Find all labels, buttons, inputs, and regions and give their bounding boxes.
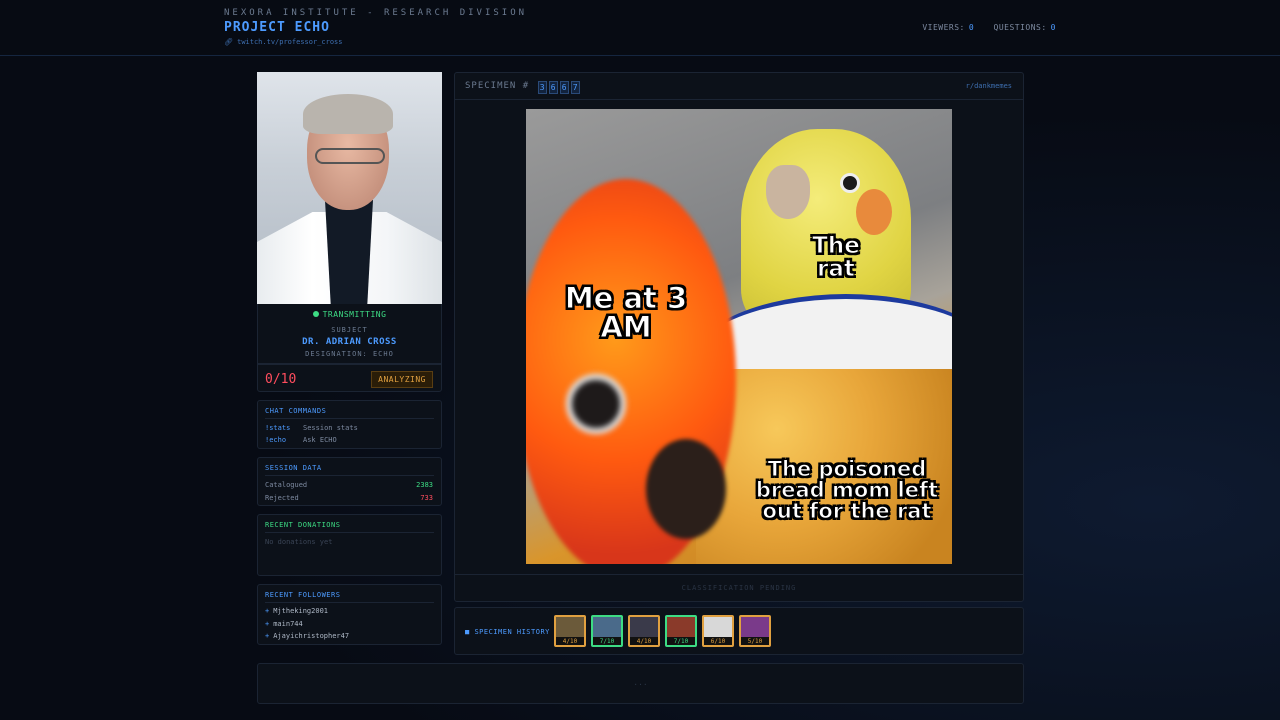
- session-data-panel: SESSION DATA Catalogued 2383 Rejected 733: [257, 457, 442, 506]
- specimen-digit: 3: [537, 81, 547, 94]
- session-data-title: SESSION DATA: [265, 464, 322, 472]
- questions-count: 0: [1050, 23, 1056, 32]
- catalogued-label: Catalogued: [265, 481, 308, 489]
- channel-link[interactable]: 🔗︎ twitch.tv/professor_cross: [224, 38, 342, 46]
- history-thumbnail[interactable]: 7/10: [665, 615, 697, 647]
- followers-title: RECENT FOLLOWERS: [265, 591, 341, 599]
- history-title: ■ SPECIMEN HISTORY: [465, 628, 550, 636]
- thumbnail-image: [630, 617, 658, 638]
- history-title-text: SPECIMEN HISTORY: [474, 628, 550, 636]
- thumbnail-score: 4/10: [556, 637, 584, 645]
- institute-label: NEXORA INSTITUTE - RESEARCH DIVISION: [224, 8, 528, 18]
- catalogued-count: 2383: [416, 481, 433, 489]
- meme-image: Me at 3 AM The rat The poisoned bread mo…: [526, 109, 952, 564]
- thumbnail-score: 6/10: [704, 637, 732, 645]
- rejected-row: Rejected 733: [265, 494, 433, 502]
- specimen-header: SPECIMEN # 3667 r/dankmemes: [455, 73, 1023, 100]
- history-thumbnail[interactable]: 4/10: [554, 615, 586, 647]
- meme-caption: The poisoned bread mom left out for the …: [755, 457, 939, 523]
- thumbnail-image: [741, 617, 769, 638]
- subject-portrait: [257, 72, 442, 304]
- specimen-digit: 6: [559, 81, 569, 94]
- bottom-placeholder: ...: [633, 678, 648, 687]
- followers-panel: RECENT FOLLOWERS + Mjtheking2001 + main744…: [257, 584, 442, 645]
- thumbnail-score: 7/10: [593, 637, 621, 645]
- thumbnail-score: 7/10: [667, 637, 695, 645]
- chat-commands-title: CHAT COMMANDS: [265, 407, 327, 415]
- specimen-number: SPECIMEN # 3667: [465, 81, 580, 94]
- subject-id-card: TRANSMITTING SUBJECT DR. ADRIAN CROSS DE…: [257, 304, 442, 364]
- bottom-bar: ...: [257, 663, 1024, 704]
- top-header: NEXORA INSTITUTE - RESEARCH DIVISION PRO…: [0, 0, 1280, 56]
- header-stats: VIEWERS: 0 QUESTIONS: 0: [908, 23, 1056, 32]
- history-thumbnail[interactable]: 5/10: [739, 615, 771, 647]
- classification-status: CLASSIFICATION PENDING: [455, 574, 1023, 601]
- follower-name: Ajayichristopher47: [273, 632, 350, 640]
- command-desc: Session stats: [303, 424, 358, 432]
- donations-empty: No donations yet: [265, 538, 333, 546]
- history-thumbnail[interactable]: 7/10: [591, 615, 623, 647]
- follower-name: main744: [273, 620, 303, 628]
- specimen-digit: 6: [548, 81, 558, 94]
- follower-item: + main744: [265, 620, 303, 628]
- donations-title: RECENT DONATIONS: [265, 521, 341, 529]
- rejected-label: Rejected: [265, 494, 299, 502]
- status-dot-icon: [312, 311, 319, 317]
- chat-commands-panel: CHAT COMMANDS !stats Session stats !echo A…: [257, 400, 442, 449]
- thumbnail-image: [593, 617, 621, 638]
- transmit-status-text: TRANSMITTING: [322, 310, 387, 319]
- follower-name: Mjtheking2001: [273, 607, 329, 615]
- follower-item: + Ajayichristopher47: [265, 632, 350, 640]
- project-title: PROJECT ECHO: [224, 20, 330, 35]
- meme-caption: The rat: [812, 233, 861, 282]
- history-thumbnail[interactable]: 6/10: [702, 615, 734, 647]
- donations-panel: RECENT DONATIONS No donations yet: [257, 514, 442, 576]
- transmit-status: TRANSMITTING: [258, 310, 441, 319]
- link-icon: 🔗︎: [224, 38, 238, 46]
- catalogued-row: Catalogued 2383: [265, 481, 433, 489]
- command-desc: Ask ECHO: [303, 436, 337, 444]
- command-row: !stats Session stats: [265, 424, 433, 432]
- command-name: !stats: [265, 424, 291, 432]
- thumbnail-score: 5/10: [741, 637, 769, 645]
- subject-label: SUBJECT: [331, 326, 368, 334]
- specimen-history-panel: ■ SPECIMEN HISTORY 4/10 7/10 4/10 7/10 6/10 5…: [454, 607, 1024, 655]
- viewers-label: VIEWERS:: [922, 23, 965, 32]
- subreddit-source[interactable]: r/dankmemes: [966, 82, 1012, 90]
- specimen-digit: 7: [570, 81, 580, 94]
- thumbnail-image: [704, 617, 732, 638]
- command-row: !echo Ask ECHO: [265, 436, 433, 444]
- analyzing-badge: ANALYZING: [371, 371, 433, 388]
- meme-caption: Me at 3 AM: [564, 281, 688, 344]
- thumbnail-image: [667, 617, 695, 638]
- specimen-label: SPECIMEN #: [465, 81, 530, 91]
- score-box: 0/10 ANALYZING: [257, 364, 442, 392]
- command-name: !echo: [265, 436, 287, 444]
- viewers-count: 0: [968, 23, 975, 32]
- thumbnail-score: 4/10: [630, 637, 658, 645]
- subject-name: DR. ADRIAN CROSS: [302, 337, 397, 347]
- channel-link-text: twitch.tv/professor_cross: [237, 38, 343, 46]
- history-thumbnail[interactable]: 4/10: [628, 615, 660, 647]
- follower-item: + Mjtheking2001: [265, 607, 329, 615]
- questions-label: QUESTIONS:: [993, 23, 1047, 32]
- rejected-count: 733: [420, 494, 433, 502]
- score-value: 0/10: [265, 372, 297, 387]
- specimen-viewer: SPECIMEN # 3667 r/dankmemes Me at 3 AM T…: [454, 72, 1024, 602]
- thumbnail-image: [556, 617, 584, 638]
- subject-designation: DESIGNATION: ECHO: [305, 350, 394, 358]
